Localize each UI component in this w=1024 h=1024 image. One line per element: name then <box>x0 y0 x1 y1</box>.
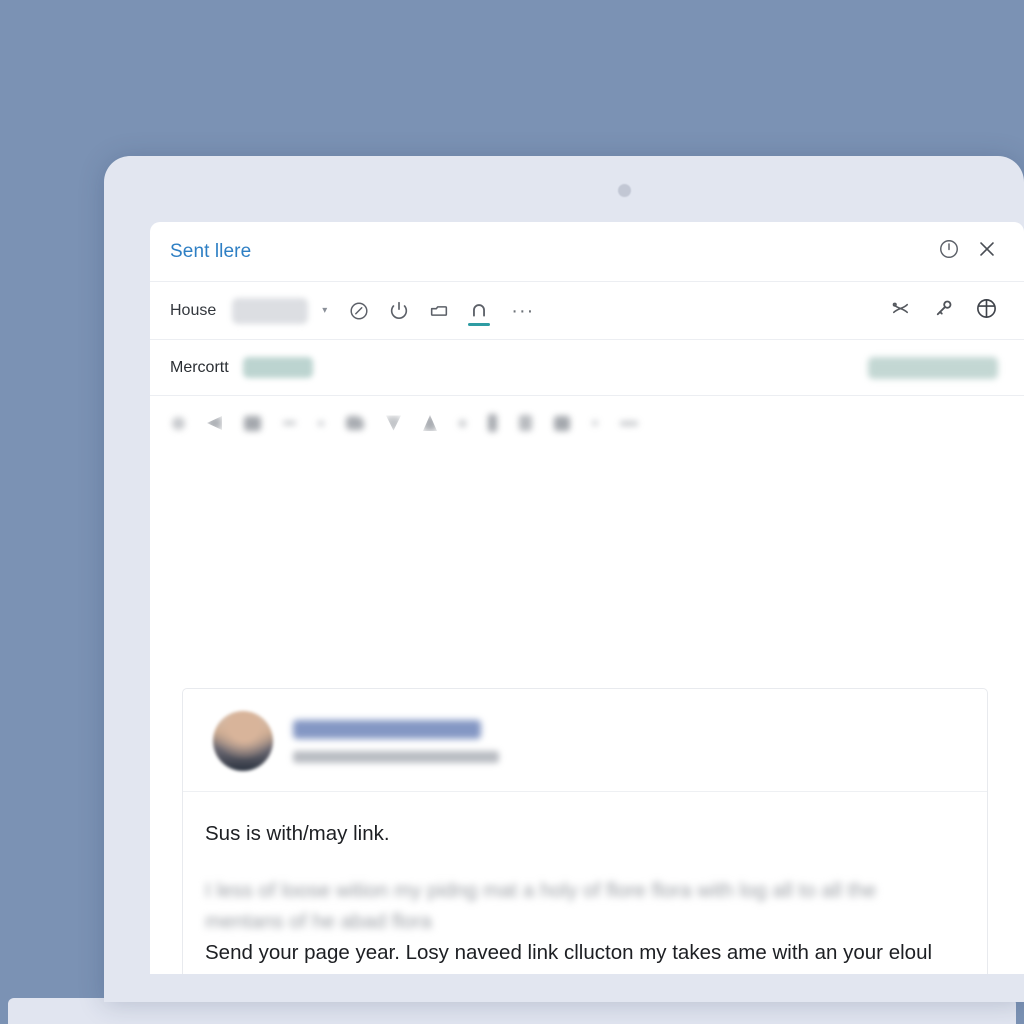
arch-icon[interactable] <box>465 297 493 326</box>
sender-block <box>293 719 499 763</box>
titlebar-actions <box>938 238 998 265</box>
message-header <box>183 689 987 792</box>
ribbon-dropdown[interactable] <box>232 297 309 324</box>
filter-icon[interactable] <box>386 415 401 431</box>
bullet-icon[interactable] <box>592 420 598 426</box>
dot-icon[interactable] <box>318 420 324 426</box>
message-paragraph-2: I less of loose wition my pidng mat a ho… <box>205 879 877 934</box>
magnify-icon[interactable] <box>172 416 185 430</box>
share-icon[interactable] <box>207 416 222 430</box>
chevron-down-icon[interactable]: ▾ <box>322 305 327 316</box>
minus-icon[interactable] <box>283 421 296 425</box>
image-icon[interactable] <box>244 415 261 431</box>
window-titlebar: Sent llere <box>150 222 1024 282</box>
content-area: Sus is with/may link. I less of loose wi… <box>150 450 1024 974</box>
sender-meta <box>293 750 499 763</box>
close-icon[interactable] <box>976 238 998 265</box>
highlight-icon[interactable] <box>423 415 437 431</box>
dash-icon[interactable] <box>620 420 638 426</box>
folder-icon[interactable] <box>425 297 453 325</box>
message-card: Sus is with/may link. I less of loose wi… <box>182 688 988 974</box>
context-action-button[interactable] <box>868 356 998 379</box>
small-dot-icon[interactable] <box>459 419 466 427</box>
context-label: Mercortt <box>170 358 229 376</box>
message-body: Sus is with/may link. I less of loose wi… <box>183 792 987 974</box>
scissors-icon[interactable] <box>889 297 912 325</box>
power-clock-icon[interactable] <box>938 238 960 265</box>
camera-dot-icon <box>618 184 631 197</box>
ribbon-toolbar: House ▾ ··· <box>150 282 1024 340</box>
status-badge[interactable] <box>242 357 313 378</box>
ribbon-label: House <box>170 301 217 319</box>
block-icon[interactable] <box>554 415 570 431</box>
refresh-icon[interactable] <box>385 297 413 325</box>
format-toolbar <box>150 396 1024 450</box>
ribbon-right-tools <box>889 297 998 325</box>
context-bar: Mercortt <box>150 340 1024 396</box>
avatar <box>213 711 273 771</box>
gauge-icon[interactable] <box>345 297 373 325</box>
document-icon[interactable] <box>519 415 532 431</box>
person-icon[interactable] <box>488 414 497 432</box>
message-paragraph-3: Send your page year. Losy naveed link cl… <box>205 941 933 974</box>
window-title: Sent llere <box>170 240 252 262</box>
globe-icon[interactable] <box>975 297 998 325</box>
key-icon[interactable] <box>932 297 955 325</box>
sender-name[interactable] <box>293 719 481 739</box>
comment-icon[interactable] <box>346 416 364 430</box>
screenshot-root: Sent llere House ▾ ··· Mercortt Sus is w… <box>0 0 1024 1024</box>
ribbon-overflow-icon[interactable]: ··· <box>511 301 534 321</box>
message-paragraph-1: Sus is with/may link. <box>205 822 390 845</box>
screen: Sent llere House ▾ ··· Mercortt Sus is w… <box>150 222 1024 974</box>
